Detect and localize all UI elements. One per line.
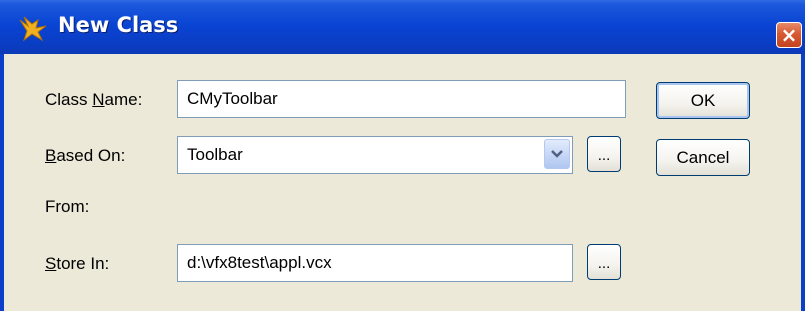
window-title: New Class — [58, 13, 179, 37]
from-label: From: — [45, 197, 90, 216]
class-name-hotkey: N — [92, 90, 105, 109]
close-icon: × — [780, 23, 798, 47]
based-on-browse-button[interactable]: ... — [587, 136, 621, 172]
title-bar: New Class × — [0, 0, 805, 54]
based-on-browse-label: ... — [597, 147, 611, 164]
store-in-label: Store In: — [45, 254, 109, 274]
class-name-label-suffix: ame: — [104, 90, 143, 109]
store-in-browse-label: ... — [597, 255, 611, 272]
class-name-input[interactable]: CMyToolbar — [177, 80, 626, 118]
class-name-value: CMyToolbar — [187, 89, 278, 108]
vfp-class-icon — [19, 16, 47, 42]
store-in-label-suffix: tore In: — [56, 254, 110, 273]
window-frame-left — [0, 54, 4, 311]
based-on-value: Toolbar — [187, 145, 243, 164]
based-on-label: Based On: — [45, 146, 125, 166]
based-on-combobox[interactable]: Toolbar — [177, 136, 573, 174]
close-button[interactable]: × — [776, 22, 802, 48]
cancel-button[interactable]: Cancel — [656, 139, 750, 176]
chevron-down-icon — [551, 150, 563, 158]
ok-button-label: OK — [690, 90, 716, 110]
cancel-button-label: Cancel — [676, 147, 730, 167]
based-on-label-suffix: ased On: — [56, 146, 126, 165]
based-on-hotkey: B — [45, 146, 57, 165]
store-in-value: d:\vfx8test\appl.vcx — [187, 253, 332, 272]
window-frame-right — [801, 54, 805, 311]
store-in-input[interactable]: d:\vfx8test\appl.vcx — [177, 244, 573, 282]
new-class-dialog: New Class × Class Name: CMyToolbar Based… — [0, 0, 805, 311]
ok-button[interactable]: OK — [656, 82, 750, 119]
class-name-label-prefix: Class — [45, 90, 93, 109]
based-on-dropdown-button[interactable] — [544, 139, 570, 169]
store-in-browse-button[interactable]: ... — [587, 244, 621, 280]
store-in-hotkey: S — [45, 254, 57, 273]
class-name-label: Class Name: — [45, 90, 142, 110]
